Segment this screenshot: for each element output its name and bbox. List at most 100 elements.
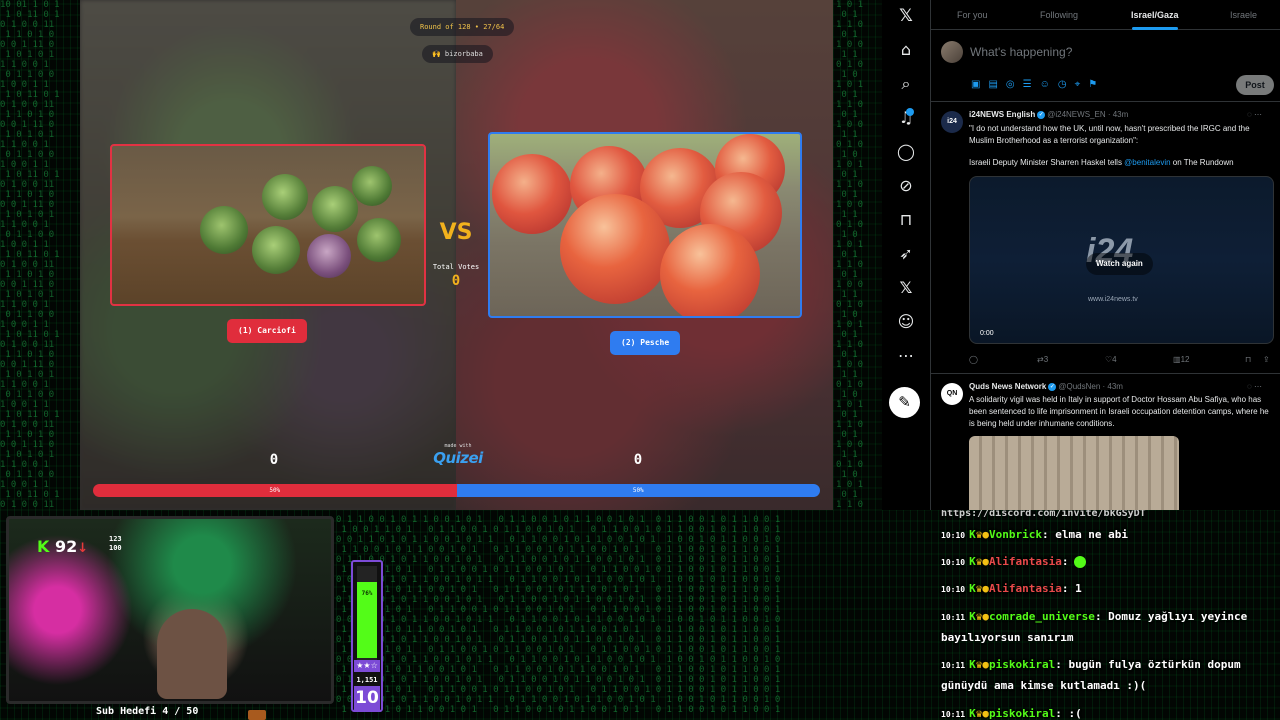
like-icon[interactable]: ♡ 4 [1105, 355, 1117, 364]
avatar[interactable]: QN [941, 383, 963, 405]
streamer-video [157, 609, 227, 699]
artichoke-image [252, 226, 300, 274]
meter-percent: 76% [361, 590, 373, 597]
views-icon[interactable]: ▥ 12 [1173, 355, 1189, 364]
post-button[interactable]: Post [1236, 75, 1274, 95]
more-options-icon[interactable]: ◌ ⋯ [1247, 382, 1262, 391]
x-logo-icon[interactable]: 𝕏 [894, 4, 918, 28]
retweet-icon[interactable]: ⇄ 3 [1037, 355, 1048, 364]
reply-icon[interactable]: ◯ [969, 355, 978, 364]
chat-username[interactable]: piskokiral [989, 658, 1055, 671]
verified-badge-icon: ✓ [1037, 110, 1046, 119]
webcam-feed: K 92↓ 123 100 [6, 516, 334, 704]
chat-message: 10:11 K♛●piskokiral: :( [941, 704, 1277, 720]
premium-x-icon[interactable]: 𝕏 [894, 276, 918, 300]
retweet-count: 3 [1043, 355, 1049, 364]
profile-icon[interactable]: ☺ [894, 310, 918, 334]
schedule-icon[interactable]: ◷ [1058, 79, 1075, 90]
compose-input[interactable]: What's happening? [970, 45, 1072, 59]
more-options-icon[interactable]: ◌ ⋯ [1247, 110, 1262, 119]
watch-again-button[interactable]: Watch again [1086, 253, 1153, 275]
score-value: 92 [54, 537, 78, 556]
chat-message: 10:11 K♛●comrade_universe: Domuz yağlıyı … [941, 607, 1277, 648]
home-icon[interactable]: ⌂ [894, 38, 918, 62]
arrow-down-icon: ↓ [77, 541, 89, 556]
chat-partial-line: https://discord.com/invite/bkGSyDT [941, 510, 1146, 519]
quiz-user-badge: 🙌 bizorbaba [422, 45, 493, 63]
artichoke-image [262, 174, 308, 220]
chat-message: 10:10 K♛●Alifantasia: 1 [941, 579, 1277, 600]
poll-icon[interactable]: ☰ [1023, 79, 1040, 90]
search-icon[interactable]: ⌕ [894, 72, 918, 96]
tab-for-you[interactable]: For you [957, 10, 988, 20]
quizei-logo: Quizei [433, 449, 483, 467]
mention-link[interactable]: @benitalevin [1124, 158, 1170, 167]
kick-logo-icon: K [37, 537, 50, 556]
active-tab-indicator [1132, 27, 1178, 30]
option-card-left[interactable] [110, 144, 426, 306]
post-quill-icon[interactable]: ✎ [889, 387, 920, 418]
chat-timestamp: 10:11 [941, 710, 966, 719]
rocket-icon[interactable]: ➶ [894, 242, 918, 266]
more-icon[interactable]: ⋯ [894, 344, 918, 368]
tab-israele[interactable]: Israele [1230, 10, 1257, 20]
bookmark-icon[interactable]: ⊓ [1245, 355, 1251, 364]
video-timestamp: 0:00 [980, 330, 994, 337]
flag-icon[interactable]: ⚑ [1088, 79, 1105, 90]
gif-icon[interactable]: ▤ [988, 79, 1005, 90]
option-card-right[interactable] [488, 132, 802, 318]
avatar[interactable] [941, 41, 963, 63]
matrix-rain-mid: 0 1 1 0 0 1 0 1 1 0 0 1 0 1 0 1 1 0 0 1 … [336, 515, 781, 715]
artichoke-image [312, 186, 358, 232]
peach-image [660, 224, 760, 316]
tweet-header: i24NEWS English ✓ @i24NEWS_EN · 43m [969, 110, 1128, 119]
tweet-author[interactable]: i24NEWS English [969, 110, 1035, 119]
matrix-rain-left: 10 01 1 0 1 1 0 11 0 1 0 1 0 0 11 1 1 0 … [0, 0, 60, 510]
emoji-icon[interactable]: ☺ [1040, 79, 1058, 90]
emote-icon [1074, 556, 1087, 568]
timeline-tabs: For you Following Israel/Gaza Israele [931, 0, 1280, 30]
tab-following[interactable]: Following [1040, 10, 1078, 20]
chat-badges-icon: K♛● [969, 555, 989, 568]
vote-ratio-right: 50% [456, 484, 820, 497]
matrix-rain-right: 1 0 1 0 1 1 1 0 0 1 1 0 0 1 1 0 1 0 1 0 … [836, 0, 864, 510]
vote-ratio-left: 50% [93, 484, 457, 497]
video-player[interactable]: i24 Watch again www.i24news.tv 0:00 [969, 176, 1274, 344]
tweet-image[interactable] [969, 436, 1179, 510]
left-vote-count: 0 [269, 452, 279, 468]
grok-icon[interactable]: ⊘ [894, 174, 918, 198]
share-icon[interactable]: ⇪ [1263, 355, 1270, 364]
chat-username[interactable]: piskokiral [989, 707, 1055, 720]
chat-badges-icon: K♛● [969, 610, 989, 623]
chat-badges-icon: K♛● [969, 707, 989, 720]
chat-username[interactable]: Alifantasia [989, 555, 1062, 568]
location-icon[interactable]: ⌖ [1075, 79, 1089, 90]
messages-icon[interactable]: ◯ [894, 140, 918, 164]
choice-button-right[interactable]: (2) Pesche [610, 331, 681, 355]
avatar[interactable]: i24 [941, 111, 963, 133]
chat-username[interactable]: Alifantasia [989, 582, 1062, 595]
tweet-header: Quds News Network ✓ @QudsNen · 43m [969, 382, 1123, 391]
meter-count: 1,151 [354, 674, 380, 686]
notification-badge [906, 108, 914, 116]
tweet-text-part: Israeli Deputy Minister Sharren Haskel t… [969, 158, 1125, 167]
level-meter: 76% ★★☆ 1,151 10 [351, 560, 383, 712]
tweet-author[interactable]: Quds News Network [969, 382, 1046, 391]
chat-text: : 1 [1061, 582, 1082, 595]
chat-username[interactable]: Vonbrick [989, 528, 1042, 541]
stat-bottom: 100 [109, 544, 122, 552]
like-count: 4 [1112, 355, 1117, 364]
grok-icon[interactable]: ◎ [1006, 79, 1023, 90]
choice-button-left[interactable]: (1) Carciofi [227, 319, 307, 343]
chat-username[interactable]: comrade_universe [989, 610, 1095, 623]
artichoke-image [307, 234, 351, 278]
bookmarks-icon[interactable]: ⊓ [894, 208, 918, 232]
tab-israel-gaza[interactable]: Israel/Gaza [1131, 10, 1179, 20]
chat-text: : [1061, 555, 1069, 568]
image-icon[interactable]: ▣ [971, 79, 988, 90]
quiz-panel: Round of 128 • 27/64 🙌 bizorbaba VS Tota… [80, 0, 833, 510]
tweet-text: Israeli Deputy Minister Sharren Haskel t… [969, 157, 1274, 169]
chat-message: 10:11 K♛●piskokiral: bugün fulya öztürkün… [941, 655, 1277, 696]
tweet-text-part: on The Rundown [1170, 158, 1234, 167]
chat-badges-icon: K♛● [969, 582, 989, 595]
